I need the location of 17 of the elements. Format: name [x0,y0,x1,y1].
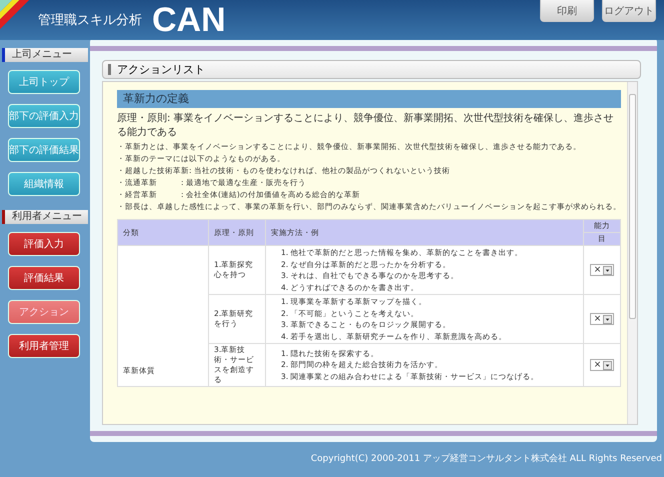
copyright-text: Copyright(C) 2000-2011 アップ経営コンサルタント株式会社 ALL Rights Reserved [310,452,662,465]
logo-text: CAN [152,0,226,40]
header-button[interactable]: ログアウト [602,0,656,22]
rating-dropdown[interactable]: × [590,264,614,276]
rating-dropdown[interactable]: × [590,359,614,371]
section-heading: 革新力の定義 [117,90,621,108]
menu-section-header: 上司メニュー [2,48,88,62]
sidebar-button[interactable]: 利用者管理 [8,334,80,358]
menu-section-header: 利用者メニュー [2,210,88,224]
panel-title: アクションリスト [102,60,641,79]
header-button[interactable]: 印刷 [540,0,594,22]
sidebar-button[interactable]: 評価入力 [8,232,80,256]
principle-text: 原理・原則: 事業をイノベーションすることにより、競争優位、新事業開拓、次世代型技術を確保し、進歩させる能力である [117,112,615,140]
rating-dropdown[interactable]: × [590,313,614,325]
scrollbar[interactable] [627,82,637,424]
sidebar-button[interactable]: 評価結果 [8,266,80,290]
app-title: 管理職スキル分析 [38,12,142,29]
